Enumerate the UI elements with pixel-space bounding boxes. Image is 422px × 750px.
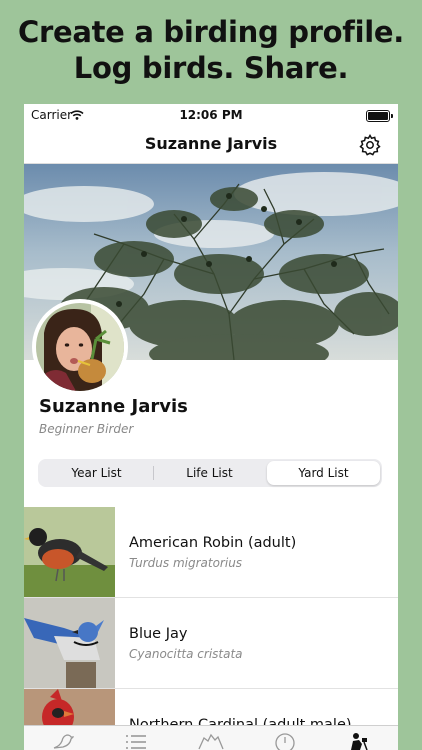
map-icon[interactable] xyxy=(198,732,224,750)
headline-line-1: Create a birding profile. xyxy=(18,15,404,49)
segment-year-list[interactable]: Year List xyxy=(40,461,153,485)
battery-icon xyxy=(366,110,393,122)
list-icon[interactable] xyxy=(124,732,146,750)
list-item[interactable]: Blue Jay Cyanocitta cristata xyxy=(24,598,398,689)
headline-line-2: Log birds. Share. xyxy=(73,51,349,85)
segment-yard-list[interactable]: Yard List xyxy=(267,461,380,485)
compass-icon[interactable] xyxy=(274,732,296,750)
tab-bar xyxy=(24,725,398,750)
clock: 12:06 PM xyxy=(179,108,243,122)
bird-photo xyxy=(24,507,115,597)
bird-common-name: American Robin (adult) xyxy=(129,535,297,551)
segment-life-list[interactable]: Life List xyxy=(153,461,266,485)
bird-photo xyxy=(24,598,115,688)
profile-name: Suzanne Jarvis xyxy=(39,396,188,417)
avatar-photo xyxy=(36,303,124,391)
list-segmented-control: Year List Life List Yard List xyxy=(38,459,382,487)
bird-common-name: Blue Jay xyxy=(129,626,188,642)
profile-level: Beginner Birder xyxy=(39,422,134,436)
bird-scientific-name: Turdus migratorius xyxy=(129,556,243,570)
status-bar: Carrier 12:06 PM xyxy=(24,104,398,126)
phone-screen: Carrier 12:06 PM Suzanne Jarvis Suzanne … xyxy=(24,104,398,750)
navigation-bar: Suzanne Jarvis xyxy=(24,126,398,164)
avatar[interactable] xyxy=(32,299,128,395)
list-item[interactable]: American Robin (adult) Turdus migratoriu… xyxy=(24,507,398,598)
bird-icon[interactable] xyxy=(52,732,75,750)
birder-icon[interactable] xyxy=(348,732,370,750)
gear-icon[interactable] xyxy=(358,133,382,157)
headline: Create a birding profile. Log birds. Sha… xyxy=(0,14,422,86)
nav-title: Suzanne Jarvis xyxy=(144,134,278,153)
bird-scientific-name: Cyanocitta cristata xyxy=(129,647,243,661)
